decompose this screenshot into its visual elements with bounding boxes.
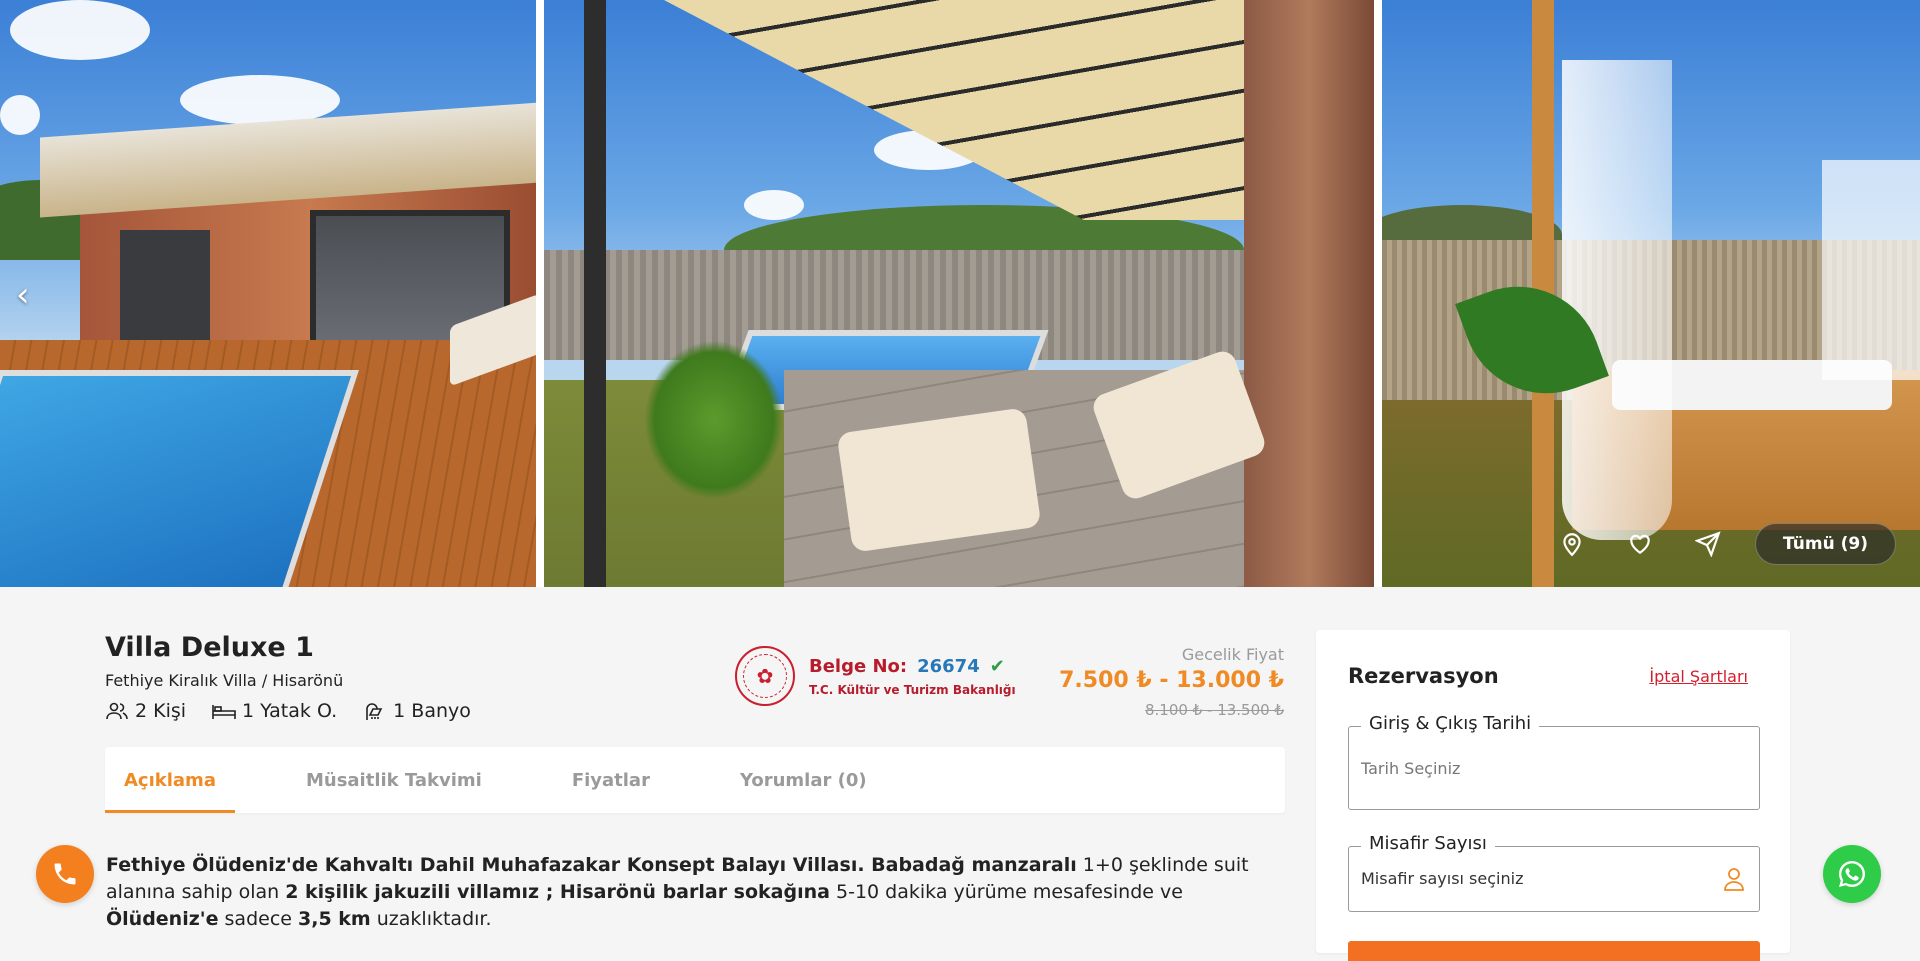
ministry-name: T.C. Kültür ve Turizm Bakanlığı [809, 682, 1016, 697]
feature-baths-label: 1 Banyo [393, 700, 471, 722]
dates-placeholder: Tarih Seçiniz [1361, 759, 1461, 778]
bed-icon [212, 705, 236, 719]
desc-text-2: 5-10 dakika yürüme mesafesinde ve [829, 881, 1183, 903]
desc-bold-1: Fethiye Ölüdeniz'de Kahvaltı Dahil Muhaf… [106, 854, 1077, 876]
desc-text-4: uzaklıktadır. [370, 908, 492, 930]
check-icon: ✔ [989, 655, 1005, 677]
call-button[interactable] [36, 845, 94, 903]
cancellation-terms-link[interactable]: İptal Şartları [1649, 667, 1748, 686]
tab-description[interactable]: Açıklama [105, 747, 235, 813]
feature-baths: 1 Banyo [363, 700, 471, 722]
reservation-panel: Rezervasyon İptal Şartları Giriş & Çıkış… [1316, 630, 1790, 961]
dates-field[interactable]: Giriş & Çıkış Tarihi Tarih Seçiniz [1348, 713, 1760, 810]
detail-tabs: Açıklama Müsaitlik Takvimi Fiyatlar Yoru… [105, 747, 1285, 813]
phone-icon [54, 863, 76, 885]
guests-value: Misafir sayısı seçiniz [1361, 869, 1524, 888]
tab-prices[interactable]: Fiyatlar [553, 747, 669, 813]
dates-label: Giriş & Çıkış Tarihi [1361, 713, 1540, 734]
desc-bold-4: 3,5 km [298, 908, 371, 930]
photo-actions: Tümü (9) [1551, 523, 1896, 565]
whatsapp-icon [1839, 861, 1866, 887]
price-current: 7.500 ₺ - 13.000 ₺ [1059, 668, 1284, 693]
user-icon [1723, 867, 1745, 891]
photo-gallery: ‹ Tümü (9) [0, 0, 1920, 587]
gallery-prev-arrow[interactable]: ‹ [16, 275, 30, 315]
feature-guests-label: 2 Kişi [135, 700, 187, 722]
desc-text-3: sadece [218, 908, 298, 930]
tab-reviews[interactable]: Yorumlar (0) [721, 747, 886, 813]
guests-label: Misafir Sayısı [1361, 833, 1495, 854]
heart-icon[interactable] [1619, 523, 1661, 565]
feature-beds-label: 1 Yatak O. [242, 700, 338, 722]
desc-bold-2: 2 kişilik jakuzili villamız ; Hisarönü b… [285, 881, 830, 903]
villa-description: Fethiye Ölüdeniz'de Kahvaltı Dahil Muhaf… [106, 852, 1296, 933]
reservation-title: Rezervasyon [1348, 664, 1499, 688]
show-all-photos-button[interactable]: Tümü (9) [1754, 523, 1896, 565]
gallery-photo-3[interactable]: Tümü (9) [1382, 0, 1920, 587]
villa-location: Fethiye Kiralık Villa / Hisarönü [105, 671, 344, 690]
villa-features: 2 Kişi 1 Yatak O. 1 Banyo [105, 700, 471, 722]
license-label: Belge No: [809, 655, 908, 677]
villa-title: Villa Deluxe 1 [105, 632, 314, 663]
feature-guests: 2 Kişi [105, 700, 186, 722]
price-old: 8.100 ₺ - 13.500 ₺ [1145, 701, 1284, 719]
whatsapp-button[interactable] [1823, 845, 1881, 903]
tab-availability[interactable]: Müsaitlik Takvimi [287, 747, 501, 813]
location-pin-icon[interactable] [1551, 523, 1593, 565]
ministry-seal-icon: ✿ [735, 646, 795, 706]
gallery-photo-2[interactable] [544, 0, 1374, 587]
gallery-photo-1[interactable]: ‹ [0, 0, 536, 587]
shower-icon [366, 703, 383, 720]
users-icon [106, 702, 128, 720]
share-icon[interactable] [1687, 523, 1729, 565]
license-number: 26674 [917, 655, 980, 677]
license-badge: ✿ Belge No: 26674 ✔ T.C. Kültür ve Turiz… [735, 646, 1016, 706]
feature-beds: 1 Yatak O. [212, 700, 337, 722]
reserve-button[interactable] [1348, 941, 1760, 961]
guests-select[interactable]: Misafir Sayısı Misafir sayısı seçiniz [1348, 833, 1760, 912]
desc-bold-3: Ölüdeniz'e [106, 908, 219, 930]
price-label: Gecelik Fiyat [1181, 645, 1284, 664]
price-box: Gecelik Fiyat 7.500 ₺ - 13.000 ₺ 8.100 ₺… [1054, 645, 1284, 719]
